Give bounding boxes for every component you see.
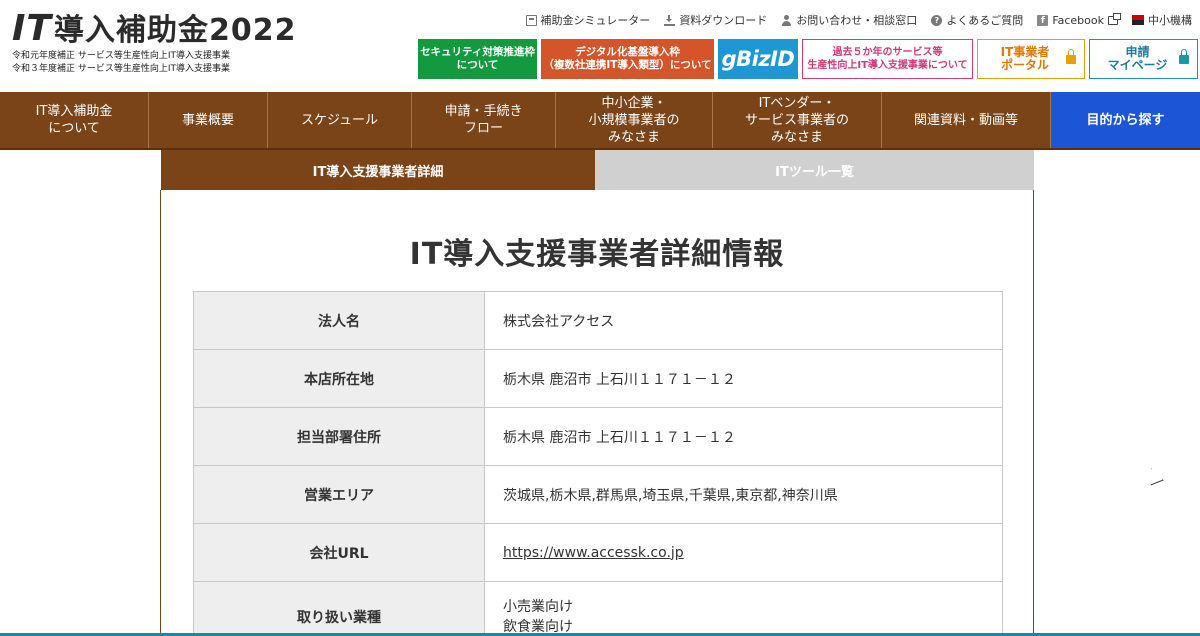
table-row: 会社URL https://www.accessk.co.jp — [193, 523, 1003, 582]
lock-icon — [1179, 49, 1189, 64]
industry-values: 小売業向け 飲食業向け — [484, 581, 1003, 636]
contact-label: お問い合わせ・相談窓口 — [796, 14, 918, 27]
industry-label: 取り扱い業種 — [193, 581, 485, 636]
nav-item-flow[interactable]: 申請・手続き フロー — [412, 92, 556, 148]
vendor-details-table: 法人名 株式会社アクセス 本店所在地 栃木県 鹿沼市 上石川１１７１－１２ 担当… — [193, 291, 1003, 636]
table-row: 本店所在地 栃木県 鹿沼市 上石川１１７１－１２ — [193, 349, 1003, 408]
smrj-logo-icon — [1132, 15, 1144, 25]
nav-item-schedule[interactable]: スケジュール — [268, 92, 412, 148]
download-label: 資料ダウンロード — [679, 14, 768, 27]
table-row: 法人名 株式会社アクセス — [193, 291, 1003, 350]
past-projects-banner-button[interactable]: 過去５か年のサービス等生産性向上IT導入支援事業について — [802, 39, 973, 79]
table-row: 取り扱い業種 小売業向け 飲食業向け — [193, 581, 1003, 636]
digital-banner-button[interactable]: デジタル化基盤導入枠 （複数社連携IT導入類型）について — [541, 39, 714, 79]
nav-smes-line2: 小規模事業者の — [588, 112, 680, 128]
external-link-icon — [1108, 12, 1121, 25]
simulator-link[interactable]: 補助金シミュレーター — [525, 12, 651, 28]
office-address-value: 栃木県 鹿沼市 上石川１１７１－１２ — [484, 407, 1003, 466]
portal-line2: ポータル — [1000, 58, 1049, 72]
nav-smes-line3: みなさま — [607, 129, 660, 145]
past-banner-line1: 過去５か年のサービス等 — [832, 47, 943, 58]
vendor-portal-button[interactable]: IT事業者 ポータル — [977, 39, 1085, 79]
gbizid-label: gBizID — [721, 46, 795, 71]
company-url-cell: https://www.accessk.co.jp — [484, 523, 1003, 582]
nav-item-about[interactable]: IT導入補助金 について — [0, 92, 149, 148]
calculator-icon — [525, 14, 537, 26]
nav-item-smes[interactable]: 中小企業・ 小規模事業者の みなさま — [556, 92, 713, 148]
smrj-link[interactable]: 中小機構 — [1132, 12, 1192, 28]
nav-item-vendors[interactable]: ITベンダー・ サービス事業者の みなさま — [713, 92, 882, 148]
table-row: 担当部署住所 栃木県 鹿沼市 上石川１１７１－１２ — [193, 407, 1003, 466]
nav-flow-line1: 申請・手続き — [444, 104, 523, 119]
nav-item-overview[interactable]: 事業概要 — [149, 92, 268, 148]
global-nav: IT導入補助金 について 事業概要 スケジュール 申請・手続き フロー 中小企業・小… — [0, 92, 1200, 150]
company-url-link[interactable]: https://www.accessk.co.jp — [503, 545, 684, 561]
gbizid-banner-button[interactable]: gBizID — [718, 39, 798, 79]
logo-title-text: 導入補助金2022 — [53, 13, 297, 48]
facebook-label: Facebook — [1052, 13, 1104, 27]
table-row: 営業エリア 茨城県,栃木県,群馬県,埼玉県,千葉県,東京都,神奈川県 — [193, 465, 1003, 524]
sales-area-value: 茨城県,栃木県,群馬県,埼玉県,千葉県,東京都,神奈川県 — [484, 465, 1003, 524]
faq-link[interactable]: ? よくあるご質問 — [931, 12, 1023, 28]
tab-it-tools[interactable]: ITツール一覧 — [595, 150, 1034, 190]
nav-flow-line2: フロー — [463, 121, 503, 136]
industry-value-1: 小売業向け — [503, 598, 573, 615]
download-link[interactable]: 資料ダウンロード — [664, 12, 767, 28]
faq-label: よくあるご質問 — [946, 14, 1024, 27]
nav-smes-line1: 中小企業・ — [601, 95, 667, 111]
digital-banner-line1: デジタル化基盤導入枠 — [575, 46, 680, 58]
nav-overview-label: 事業概要 — [181, 112, 234, 128]
company-name-value: 株式会社アクセス — [484, 291, 1003, 350]
contact-link[interactable]: お問い合わせ・相談窓口 — [781, 12, 917, 28]
page-title: IT導入支援事業者詳細情報 — [409, 237, 785, 272]
smrj-label: 中小機構 — [1148, 14, 1192, 27]
detail-tabs: IT導入支援事業者詳細 ITツール一覧 — [161, 150, 1034, 190]
site-logo[interactable]: IT導入補助金2022 令和元年度補正 サービス等生産性向上IT導入支援事業 令… — [12, 10, 296, 76]
logo-title: IT導入補助金2022 — [12, 10, 296, 50]
mouse-cursor-icon — [1144, 466, 1162, 484]
security-banner-button[interactable]: セキュリティ対策推進枠 について — [418, 39, 537, 79]
security-banner-line1: セキュリティ対策推進枠 — [420, 46, 535, 58]
digital-banner-line2: （複数社連携IT導入類型）について — [543, 59, 712, 71]
office-address-label: 担当部署住所 — [193, 407, 485, 466]
application-mypage-button[interactable]: 申請 マイページ — [1089, 39, 1198, 79]
question-icon: ? — [931, 14, 943, 26]
sales-area-label: 営業エリア — [193, 465, 485, 524]
head-office-label: 本店所在地 — [193, 349, 485, 408]
nav-schedule-label: スケジュール — [300, 112, 379, 128]
company-name-label: 法人名 — [193, 291, 485, 350]
top-utility-links: 補助金シミュレーター 資料ダウンロード お問い合わせ・相談窓口 ? よくあるご質問… — [525, 12, 1192, 28]
nav-about-line2: について — [48, 121, 100, 136]
download-icon — [664, 14, 676, 26]
nav-item-materials[interactable]: 関連資料・動画等 — [882, 92, 1051, 148]
facebook-link[interactable]: f Facebook — [1037, 12, 1121, 28]
logo-subtitle-1: 令和元年度補正 サービス等生産性向上IT導入支援事業 — [12, 51, 231, 61]
security-banner-line2: について — [456, 59, 499, 71]
head-office-value: 栃木県 鹿沼市 上石川１１７１－１２ — [484, 349, 1003, 408]
lock-icon — [1066, 49, 1076, 64]
nav-vendors-line2: サービス事業者の — [744, 112, 849, 128]
header-banner-buttons: セキュリティ対策推進枠 について デジタル化基盤導入枠 （複数社連携IT導入類型）に… — [418, 39, 1198, 79]
nav-vendors-line3: みなさま — [770, 129, 823, 145]
mypage-line2: マイページ — [1107, 58, 1168, 72]
tab-it-tools-label: ITツール一覧 — [775, 164, 854, 180]
simulator-label: 補助金シミュレーター — [540, 14, 651, 27]
logo-it: IT — [12, 8, 52, 49]
logo-subtitle-2: 令和３年度補正 サービス等生産性向上IT導入支援事業 — [12, 64, 231, 74]
detail-panel: IT導入支援事業者詳細情報 法人名 株式会社アクセス 本店所在地 栃木県 鹿沼市… — [160, 190, 1034, 636]
company-url-label: 会社URL — [193, 523, 485, 582]
facebook-icon: f — [1037, 14, 1049, 26]
nav-materials-label: 関連資料・動画等 — [913, 112, 1018, 128]
nav-about-line1: IT導入補助金 — [35, 104, 113, 119]
tab-vendor-details-label: IT導入支援事業者詳細 — [312, 164, 444, 180]
nav-item-search-by-purpose[interactable]: 目的から探す — [1051, 92, 1200, 148]
tab-vendor-details[interactable]: IT導入支援事業者詳細 — [161, 150, 595, 190]
nav-search-label: 目的から探す — [1086, 112, 1165, 128]
nav-vendors-line1: ITベンダー・ — [758, 95, 836, 111]
person-icon — [781, 14, 792, 26]
past-banner-line2: 生産性向上IT導入支援事業について — [807, 60, 968, 71]
